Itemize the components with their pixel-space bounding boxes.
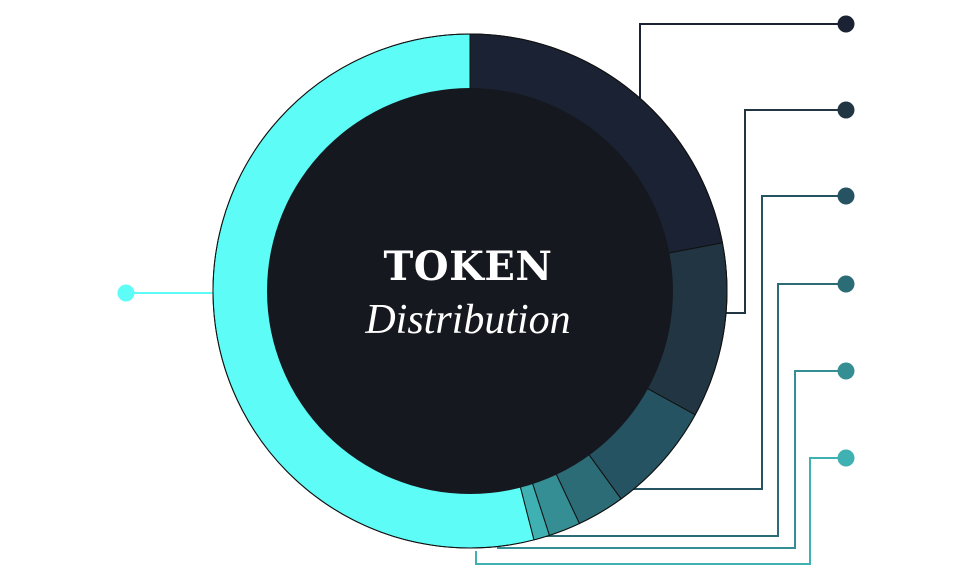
- chart-container: TOKEN Distribution: [0, 0, 977, 574]
- legend-marker-1: [837, 15, 855, 33]
- legend-marker-2: [837, 101, 855, 119]
- legend-marker-5: [837, 362, 855, 380]
- center-title: TOKEN: [384, 243, 553, 290]
- leader-line-1: [639, 23, 846, 98]
- legend-marker-7: [117, 284, 135, 302]
- legend-marker-3: [837, 187, 855, 205]
- center-disc: [267, 88, 673, 494]
- center-subtitle: Distribution: [364, 297, 570, 343]
- donut-chart: TOKEN Distribution: [117, 15, 855, 565]
- legend-marker-4: [837, 275, 855, 293]
- legend-marker-6: [837, 449, 855, 467]
